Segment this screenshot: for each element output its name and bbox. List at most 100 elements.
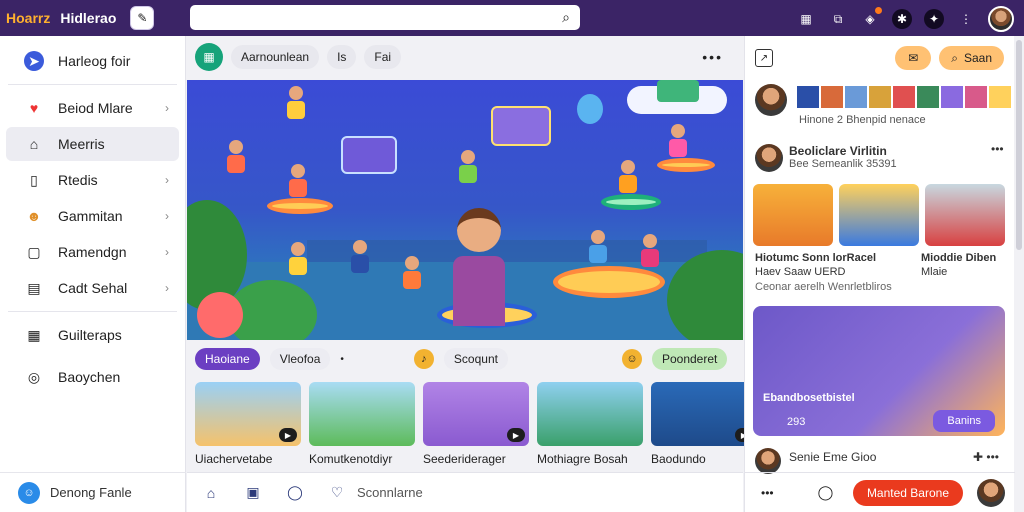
emoji-icon: ☻	[26, 208, 42, 224]
more-options-icon[interactable]: •••	[761, 486, 774, 500]
footer-avatar[interactable]	[977, 478, 1005, 507]
profile-icon[interactable]: ◯	[818, 484, 834, 501]
more-options-icon[interactable]: •••	[702, 49, 723, 65]
scrollbar[interactable]	[1016, 40, 1022, 250]
sidebar-item-1[interactable]: ♥ Beiod Mlare ›	[6, 91, 179, 125]
cta-button[interactable]: Manted Barone	[852, 479, 963, 506]
divider	[8, 84, 177, 85]
sidebar-item-8[interactable]: ◎ Baoychen	[6, 360, 179, 394]
commenter-avatar[interactable]	[755, 448, 781, 474]
feed-thumbnail[interactable]	[753, 184, 833, 246]
chip-3[interactable]: Fai	[364, 45, 402, 69]
sidebar-item-label: Guilteraps	[58, 327, 122, 343]
star-icon[interactable]: ✦	[924, 9, 944, 29]
sidebar-top-label: Harleog foir	[58, 53, 131, 69]
thumbnail-strip[interactable]	[797, 86, 1011, 108]
fruit	[197, 292, 243, 338]
card-title: Uiachervetabe	[195, 452, 273, 466]
bag-icon[interactable]: ▦	[796, 9, 816, 29]
card-thumbnail	[537, 382, 643, 446]
post-title: Beoliclare Virlitin	[789, 144, 887, 158]
strip-caption: Hinone 2 Bhenpid nenace	[799, 114, 926, 126]
edit-icon[interactable]: ✎	[130, 6, 155, 30]
post-meta: Bee Semeanlik 35391	[789, 158, 897, 170]
featured-card-title: Ebandbosetbistel	[763, 392, 855, 404]
video-card[interactable]: Mothiagre Bosah	[537, 382, 643, 466]
sidebar-item-3[interactable]: ▯ Rtedis ›	[6, 163, 179, 197]
search-icon: ⌕	[951, 50, 958, 65]
cta-label: Manted Barone	[866, 485, 949, 500]
card-thumbnail: ▶	[423, 382, 529, 446]
card-title: Komutkenotdiyr	[309, 452, 393, 466]
feed-thumbnails	[753, 184, 1005, 246]
logo-mark: Hoarrz	[6, 10, 51, 26]
search-input[interactable]: ⌕	[190, 5, 580, 30]
sidebar-item-label: Gammitan	[58, 208, 123, 224]
grid-icon: ▦	[27, 326, 41, 343]
sidebar-item-label: Rtedis	[58, 172, 98, 188]
duration-badge: ▶	[279, 428, 297, 442]
chevron-right-icon: ›	[165, 173, 169, 187]
tab-2[interactable]: Vleofoa	[269, 348, 331, 370]
featured-card-button[interactable]: Banins	[933, 410, 995, 432]
feed-thumbnail[interactable]	[925, 184, 1005, 246]
tab-3[interactable]: Scoqunt	[443, 348, 508, 370]
hero-illustration[interactable]	[187, 80, 743, 340]
calendar-icon[interactable]: ▦	[195, 43, 223, 71]
floating-ring	[267, 198, 333, 214]
kid-figure	[457, 150, 479, 186]
post-avatar[interactable]	[755, 144, 783, 172]
floating-ring	[601, 194, 661, 210]
more-options-icon[interactable]: •••	[991, 142, 1004, 156]
sidebar-item-4[interactable]: ☻ Gammitan ›	[6, 199, 179, 233]
home-icon[interactable]: ⌂	[201, 483, 221, 503]
chip-2[interactable]: Is	[327, 45, 357, 69]
heart-icon[interactable]: ♡	[327, 483, 347, 503]
photo-card	[657, 80, 699, 102]
expand-icon[interactable]: ↗	[755, 49, 773, 67]
tab-1[interactable]: Haoiane	[195, 348, 260, 370]
sidebar-item-2[interactable]: ⌂ Meerris	[6, 127, 179, 161]
sidebar-item-7[interactable]: ▦ Guilteraps	[6, 318, 179, 352]
clipboard-icon: ▤	[27, 279, 41, 296]
sidebar-footer[interactable]: ☺ Denong Fanle	[0, 472, 186, 512]
chevron-right-icon: ›	[165, 101, 169, 115]
save-button[interactable]: ⌕ Saan	[939, 46, 1004, 70]
chip-1[interactable]: Aarnounlean	[231, 45, 320, 69]
message-icon[interactable]: ✉	[895, 46, 932, 70]
brand-name: Hidlerao	[60, 10, 117, 26]
video-card[interactable]: ▶ Uiachervetabe	[195, 382, 301, 466]
main-content: ▦ Aarnounlean Is Fai ••• Haoiane Vleofoa…	[187, 36, 757, 512]
heart-icon: ♥	[29, 100, 39, 116]
settings-icon[interactable]: ✱	[892, 9, 912, 29]
book-icon: ▯	[30, 171, 38, 188]
chat-icon[interactable]: ◯	[285, 483, 305, 503]
dot-separator: •	[340, 353, 344, 365]
feed-caption: Hiotumc Sonn lorRacel	[755, 252, 877, 264]
app-logo[interactable]: Hoarrz Hidlerao	[6, 10, 116, 26]
kid-figure	[617, 160, 639, 196]
music-icon[interactable]: ♪	[413, 349, 434, 369]
more-options-icon[interactable]: ✚ •••	[973, 450, 999, 464]
share-icon[interactable]: ⧉	[828, 9, 848, 29]
tab-4[interactable]: Poonderet	[651, 348, 728, 370]
user-avatar[interactable]	[988, 6, 1014, 32]
video-card[interactable]: Komutkenotdiyr	[309, 382, 415, 466]
right-footer: ••• ◯ Manted Barone	[745, 472, 1015, 512]
user-avatar[interactable]	[755, 84, 787, 116]
feed-thumbnail[interactable]	[839, 184, 919, 246]
kid-figure	[667, 124, 689, 160]
commenter-name: Senie Eme Gioo	[789, 450, 877, 464]
more-icon[interactable]: ⋮	[956, 9, 976, 29]
notifications-icon[interactable]: ▣	[243, 483, 263, 503]
sidebar-top-item[interactable]: ➤ Harleog foir	[6, 44, 179, 78]
shield-icon[interactable]: ◈	[860, 7, 882, 29]
video-card[interactable]: ▶ Seederiderager	[423, 382, 529, 466]
emoji-icon[interactable]: ☺	[621, 349, 642, 369]
featured-card[interactable]: Ebandbosetbistel 293 Banins	[753, 306, 1005, 436]
video-card[interactable]: ▶ Baodundo	[651, 382, 757, 466]
sidebar-item-label: Beiod Mlare	[58, 100, 133, 116]
sidebar-item-6[interactable]: ▤ Cadt Sehal ›	[6, 271, 179, 305]
sidebar-item-5[interactable]: ▢ Ramendgn ›	[6, 235, 179, 269]
search-icon[interactable]: ⌕	[562, 9, 570, 26]
